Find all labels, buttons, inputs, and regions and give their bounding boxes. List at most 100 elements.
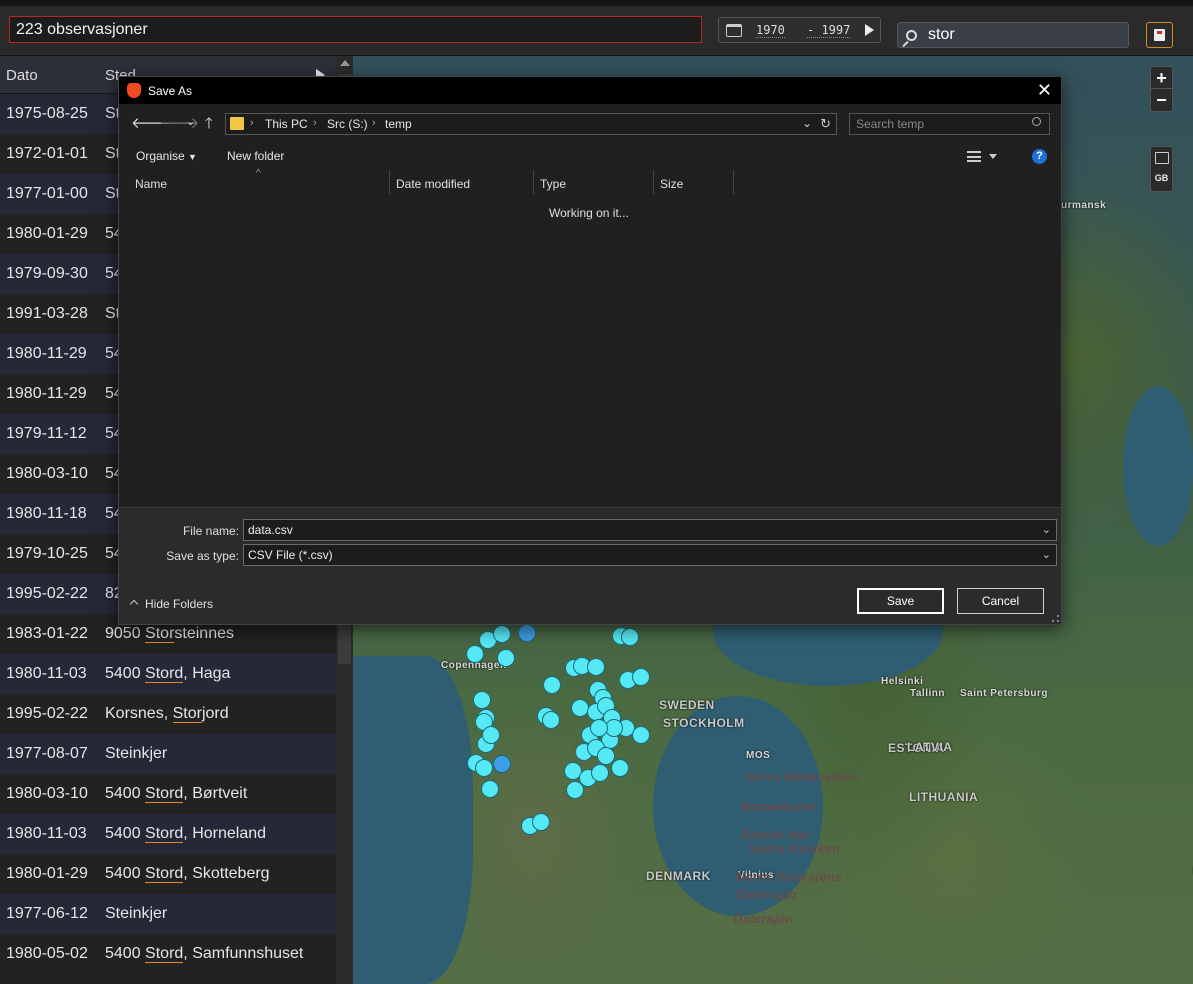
date-from[interactable]: 1970: [756, 23, 785, 38]
observation-marker[interactable]: [611, 759, 629, 777]
chevron-down-icon[interactable]: ⌄: [1042, 523, 1051, 536]
map-label: Bottenhavet: [741, 800, 816, 814]
layer-label: GB: [1154, 173, 1169, 183]
refresh-icon[interactable]: ↻: [820, 116, 831, 132]
map-label: urmansk: [1061, 200, 1107, 211]
row-place: Korsnes, Storjord: [105, 705, 229, 723]
column-type[interactable]: Type: [540, 177, 566, 191]
column-divider[interactable]: [533, 170, 534, 194]
zoom-out-button[interactable]: −: [1151, 89, 1172, 111]
save-type-label: Save as type:: [166, 549, 239, 563]
column-date-modified[interactable]: Date modified: [396, 177, 470, 191]
map-label: DENMARK: [646, 869, 711, 883]
observation-marker[interactable]: [493, 755, 511, 773]
row-place: 5400 Stord, Skotteberg: [105, 865, 270, 883]
observation-marker[interactable]: [587, 658, 605, 676]
zoom-in-button[interactable]: +: [1151, 67, 1172, 89]
table-row[interactable]: 1977-08-07 Steinkjer: [0, 734, 336, 774]
column-header-date[interactable]: Dato: [6, 67, 38, 84]
observation-marker[interactable]: [591, 764, 609, 782]
observation-marker[interactable]: [543, 676, 561, 694]
observation-marker[interactable]: [632, 726, 650, 744]
observation-marker[interactable]: [542, 711, 560, 729]
save-type-select[interactable]: ⌄: [243, 544, 1057, 566]
observation-marker[interactable]: [473, 691, 491, 709]
table-row[interactable]: 1980-05-02 5400 Stord, Samfunnshuset: [0, 934, 336, 974]
chevron-down-icon[interactable]: ⌄: [186, 115, 195, 128]
table-row[interactable]: 1995-02-22 Korsnes, Storjord: [0, 694, 336, 734]
row-date: 1991-03-28: [6, 305, 88, 322]
column-size[interactable]: Size: [660, 177, 683, 191]
breadcrumb-src[interactable]: Src (S:): [327, 117, 368, 131]
save-as-dialog: Save As ✕ 🡐 🡒 ⌄ 🡑 › This PC › Src (S:) ›…: [118, 76, 1062, 625]
save-button[interactable]: Save: [857, 588, 944, 614]
table-row[interactable]: 1980-11-03 5400 Stord, Horneland: [0, 814, 336, 854]
table-row[interactable]: 1980-03-10 5400 Stord, Børtveit: [0, 774, 336, 814]
new-folder-button[interactable]: New folder: [227, 149, 284, 163]
view-options-button[interactable]: [967, 149, 999, 163]
save-type-value[interactable]: [248, 547, 1028, 563]
observation-marker[interactable]: [566, 781, 584, 799]
table-row[interactable]: 1977-06-12 Steinkjer: [0, 894, 336, 934]
address-bar[interactable]: › This PC › Src (S:) › temp ⌄ ↻: [225, 113, 837, 135]
place-text: jord: [201, 705, 229, 722]
place-text: 5400: [105, 865, 146, 882]
up-arrow-icon[interactable]: 🡑: [205, 113, 213, 138]
column-divider[interactable]: [733, 170, 734, 194]
row-date: 1980-01-29: [6, 225, 88, 242]
save-data-button[interactable]: [1146, 22, 1173, 48]
organise-label: Organise: [136, 149, 185, 163]
observation-marker[interactable]: [632, 668, 650, 686]
place-text: 5400: [105, 785, 146, 802]
observation-marker[interactable]: [621, 628, 639, 646]
sort-up-icon: ^: [256, 168, 261, 179]
observation-marker[interactable]: [590, 719, 608, 737]
layer-control[interactable]: GB: [1150, 146, 1173, 192]
observation-marker[interactable]: [481, 780, 499, 798]
search-highlight: Stord: [145, 825, 184, 843]
folder-search-input[interactable]: [856, 116, 1026, 132]
observation-marker[interactable]: [466, 645, 484, 663]
observation-marker[interactable]: [518, 624, 536, 642]
table-row[interactable]: 1980-11-03 5400 Stord, Haga: [0, 654, 336, 694]
row-date: 1995-02-22: [6, 705, 88, 722]
observation-marker[interactable]: [475, 759, 493, 777]
map-label: Östersjön: [733, 912, 794, 926]
folder-search-box[interactable]: [849, 113, 1050, 135]
column-divider[interactable]: [389, 170, 390, 194]
chevron-down-icon[interactable]: ⌄: [1042, 548, 1051, 561]
search-icon: [902, 28, 917, 48]
observation-marker[interactable]: [532, 813, 550, 831]
file-name-input[interactable]: [248, 522, 1028, 538]
play-icon[interactable]: [865, 24, 874, 36]
column-name[interactable]: Name: [135, 177, 167, 191]
breadcrumb-this-pc[interactable]: This PC: [265, 117, 308, 131]
file-name-field[interactable]: ⌄: [243, 519, 1057, 541]
observation-marker[interactable]: [497, 649, 515, 667]
observation-marker[interactable]: [571, 699, 589, 717]
date-range-control[interactable]: 1970 - 1997: [718, 17, 881, 43]
file-name-label: File name:: [182, 524, 239, 538]
search-input[interactable]: [928, 24, 1124, 46]
place-text: , Børtveit: [183, 785, 248, 802]
place-text: 5400: [105, 825, 146, 842]
search-box[interactable]: [897, 22, 1129, 48]
scroll-up-icon[interactable]: [340, 60, 350, 66]
breadcrumb-temp[interactable]: temp: [385, 117, 412, 131]
place-text: , Samfunnshuset: [183, 945, 304, 962]
file-list-area[interactable]: Working on it...: [119, 196, 1061, 506]
help-icon[interactable]: ?: [1032, 149, 1047, 164]
column-divider[interactable]: [653, 170, 654, 194]
close-icon[interactable]: ✕: [1037, 80, 1052, 101]
date-to[interactable]: - 1997: [807, 23, 851, 38]
chevron-down-icon[interactable]: ⌄: [802, 116, 812, 130]
table-row[interactable]: 1980-01-29 5400 Stord, Skotteberg: [0, 854, 336, 894]
calendar-icon: [726, 24, 742, 37]
observation-marker[interactable]: [482, 726, 500, 744]
resize-grip-icon[interactable]: [1052, 615, 1059, 622]
command-bar: Organise ▼ New folder ?: [119, 140, 1061, 170]
cancel-button[interactable]: Cancel: [957, 588, 1044, 614]
hide-folders-button[interactable]: Hide Folders: [129, 597, 213, 611]
organise-button[interactable]: Organise ▼: [136, 149, 197, 163]
observation-marker[interactable]: [493, 625, 511, 643]
